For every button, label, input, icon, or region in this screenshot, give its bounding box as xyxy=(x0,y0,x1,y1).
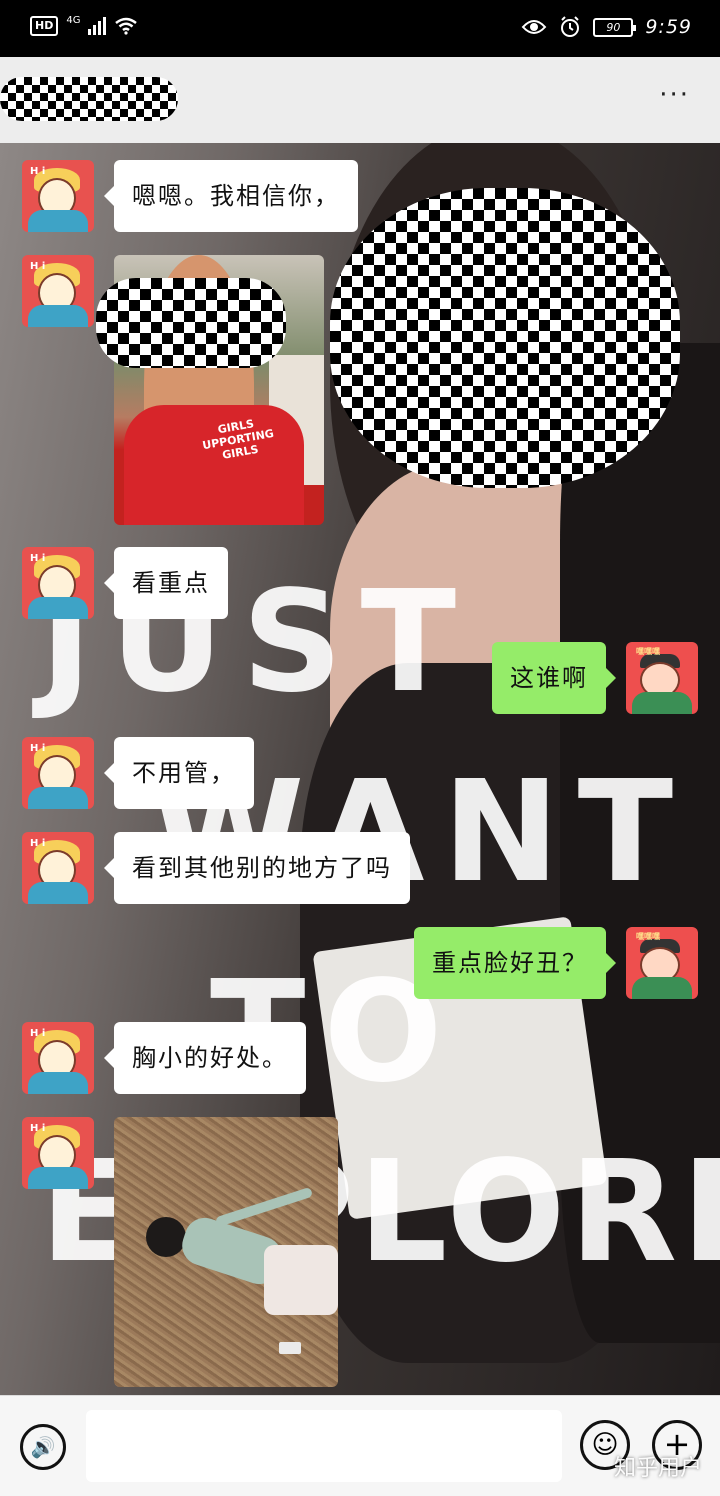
alarm-icon xyxy=(561,16,580,37)
message-bubble[interactable]: 看重点 xyxy=(104,547,228,619)
hd-badge: HD xyxy=(30,16,59,36)
message-text: 重点脸好丑？ xyxy=(432,949,588,977)
message-text: 这谁啊 xyxy=(510,664,588,692)
photo-person-hair xyxy=(146,1217,186,1257)
message-text: 嗯嗯。我相信你， xyxy=(132,182,340,210)
voice-icon[interactable]: 🔊 xyxy=(20,1424,66,1470)
avatar-friend[interactable]: H i xyxy=(22,255,94,327)
battery-icon: 90 xyxy=(593,17,637,37)
message-text: 看重点 xyxy=(132,569,210,597)
avatar-label: H i xyxy=(30,1028,46,1039)
message-bubble-sent[interactable]: 这谁啊 xyxy=(492,642,616,714)
photo-person-skirt xyxy=(264,1245,338,1315)
watermark: 知乎用户 xyxy=(613,1456,702,1481)
avatar-label: H i xyxy=(30,553,46,564)
avatar-label: H i xyxy=(30,1123,46,1134)
chat-background: JUST WANT TO EXPLORE H i 嗯嗯。我相信你， H i GI… xyxy=(0,143,720,1395)
photo-person-arm xyxy=(214,1186,314,1228)
image-message-lying-on-grass[interactable] xyxy=(114,1117,338,1387)
message-text: 胸小的好处。 xyxy=(132,1044,288,1072)
message-bubble[interactable]: 嗯嗯。我相信你， xyxy=(104,160,358,232)
message-bubble-sent[interactable]: 重点脸好丑？ xyxy=(414,927,616,999)
redacted-face-wallpaper xyxy=(330,188,680,488)
message-bubble[interactable]: 看到其他别的地方了吗 xyxy=(104,832,410,904)
chat-header: ··· xyxy=(0,57,720,143)
avatar-label: 嘿嘿嘿 xyxy=(636,932,660,941)
avatar-friend[interactable]: H i xyxy=(22,1022,94,1094)
avatar-label: H i xyxy=(30,166,46,177)
more-options-button[interactable]: ··· xyxy=(659,82,690,108)
wallpaper-text-1: JUST xyxy=(40,561,475,724)
message-text: 不用管， xyxy=(132,759,236,787)
message-text: 看到其他别的地方了吗 xyxy=(132,854,392,882)
photo-phone xyxy=(279,1342,301,1354)
avatar-me[interactable]: 嘿嘿嘿 xyxy=(626,927,698,999)
status-bar: HD 4G 90 9:59 xyxy=(0,0,720,57)
avatar-label: H i xyxy=(30,838,46,849)
input-bar: 🔊 ☺ + 知乎用户 xyxy=(0,1395,720,1496)
redacted-face-photo xyxy=(96,278,286,368)
network-type: 4G xyxy=(66,14,81,26)
signal-icon xyxy=(88,17,107,35)
avatar-label: H i xyxy=(30,261,46,272)
avatar-friend[interactable]: H i xyxy=(22,737,94,809)
eye-icon xyxy=(521,20,547,34)
redacted-chat-title xyxy=(0,77,178,121)
message-bubble[interactable]: 胸小的好处。 xyxy=(104,1022,306,1094)
avatar-label: H i xyxy=(30,743,46,754)
avatar-friend[interactable]: H i xyxy=(22,1117,94,1189)
message-bubble[interactable]: 不用管， xyxy=(104,737,254,809)
avatar-friend[interactable]: H i xyxy=(22,547,94,619)
wifi-icon xyxy=(115,17,138,35)
avatar-friend[interactable]: H i xyxy=(22,832,94,904)
clock: 9:59 xyxy=(645,16,692,38)
avatar-friend[interactable]: H i xyxy=(22,160,94,232)
avatar-label: 嘿嘿嘿 xyxy=(636,647,660,656)
message-input[interactable] xyxy=(86,1410,562,1482)
avatar-me[interactable]: 嘿嘿嘿 xyxy=(626,642,698,714)
